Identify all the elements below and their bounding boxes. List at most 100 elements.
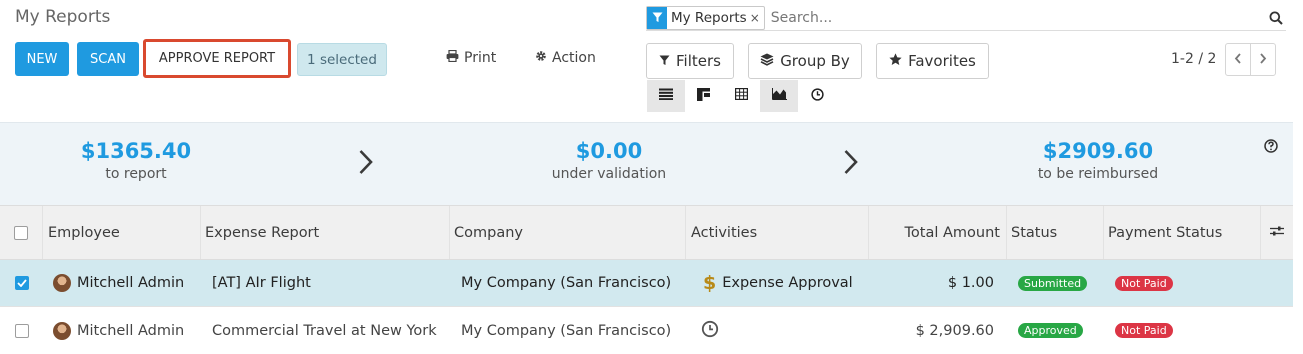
status-cell: Submitted [1018,260,1088,306]
action-dropdown[interactable]: Action [535,50,596,66]
avatar [53,274,71,292]
row-select-cell [0,307,43,354]
expense-report-cell: [AT] AIr Flight [212,275,311,291]
status-badge: Submitted [1018,275,1088,291]
list-view-button[interactable] [647,80,685,112]
pager-next-button[interactable] [1250,43,1276,76]
search-facet: My Reports × [646,5,765,30]
select-all-checkbox[interactable] [14,225,28,240]
select-all-cell [0,206,43,259]
dollar-icon: $ [703,272,717,294]
employee-name: Mitchell Admin [77,275,185,291]
table-row[interactable]: Mitchell Admin Commercial Travel at New … [0,307,1293,354]
under-validation-label: under validation [551,166,667,182]
search-input[interactable] [770,9,1266,26]
column-header-total-amount[interactable]: Total Amount [869,206,1007,259]
column-header-employee[interactable]: Employee [43,206,201,259]
table-row[interactable]: Mitchell Admin [AT] AIr Flight My Compan… [0,260,1293,307]
filter-icon [647,6,667,29]
approve-report-button[interactable]: APPROVE REPORT [143,39,291,78]
expense-summary: $1365.40 to report $0.00 under validatio… [0,122,1293,205]
employee-name: Mitchell Admin [77,322,185,339]
chevron-left-icon [1234,52,1242,68]
optional-columns-toggle[interactable] [1261,206,1293,259]
pager-previous-button[interactable] [1225,43,1251,76]
selection-counter: 1 selected [297,43,387,76]
chevron-right-icon [1259,52,1267,68]
pager-value[interactable]: 1-2 / 2 [1171,51,1216,67]
filter-icon [659,52,670,70]
status-cell: Approved [1018,307,1083,354]
selected-count: 1 [307,51,316,68]
to-be-reimbursed-label: to be reimbursed [1037,166,1159,182]
facet-remove-icon[interactable]: × [750,11,764,25]
row-select-cell [0,260,43,306]
print-icon [446,49,459,66]
kanban-view-button[interactable] [684,80,722,112]
scan-button[interactable]: SCAN [77,42,139,76]
row-checkbox[interactable] [14,323,29,338]
status-badge: Approved [1018,323,1083,338]
print-dropdown[interactable]: Print [446,49,497,66]
employee-cell: Mitchell Admin [53,307,184,354]
activity-view-icon [810,87,824,105]
favorites-button[interactable]: Favorites [876,43,989,79]
payment-status-cell: Not Paid [1115,260,1173,306]
activity-label: Expense Approval [722,275,853,291]
avatar [53,321,71,340]
employee-cell: Mitchell Admin [53,260,184,306]
under-validation-amount: $0.00 [575,139,643,163]
selected-label: selected [319,51,377,68]
graph-view-icon [771,88,787,104]
row-checkbox[interactable] [14,276,29,290]
to-report-label: to report [105,166,167,182]
table-header-row: Employee Expense Report Company Activiti… [0,205,1293,260]
layers-icon [760,52,774,70]
facet-label: My Reports [671,9,747,26]
filters-button[interactable]: Filters [646,43,734,79]
print-label: Print [464,50,497,66]
company-cell: My Company (San Francisco) [461,322,672,339]
column-header-expense-report[interactable]: Expense Report [201,206,450,259]
help-icon[interactable] [1264,139,1278,157]
to-report-summary[interactable]: $1365.40 to report [26,139,246,182]
action-label: Action [552,50,596,66]
payment-status-cell: Not Paid [1115,307,1173,354]
favorites-label: Favorites [908,52,976,70]
sliders-icon [1270,225,1284,241]
column-header-payment-status[interactable]: Payment Status [1104,206,1261,259]
gear-icon [535,50,547,66]
activity-view-button[interactable] [798,80,836,112]
payment-status-badge: Not Paid [1115,323,1173,338]
chevron-right-icon [358,149,374,179]
star-icon [889,52,902,70]
filters-label: Filters [676,52,721,70]
kanban-view-icon [696,87,710,105]
clock-icon [701,320,719,342]
expense-report-cell: Commercial Travel at New York [212,322,437,339]
company-cell: My Company (San Francisco) [461,275,672,291]
chevron-right-icon [843,149,859,179]
pivot-view-icon [734,88,748,104]
group-by-button[interactable]: Group By [748,43,862,79]
list-view-icon [659,88,673,104]
activities-cell[interactable] [701,307,719,354]
pivot-view-button[interactable] [722,80,760,112]
column-header-company[interactable]: Company [450,206,686,259]
new-button[interactable]: NEW [15,42,69,76]
total-amount-cell: $ 2,909.60 [915,322,994,339]
under-validation-summary[interactable]: $0.00 under validation [499,139,719,182]
to-report-amount: $1365.40 [80,139,192,163]
group-by-label: Group By [780,52,850,70]
page-title: My Reports [15,7,111,27]
graph-view-button[interactable] [760,80,798,112]
total-amount-cell: $ 1.00 [947,275,994,291]
column-header-activities[interactable]: Activities [686,206,869,259]
expense-report-table: Employee Expense Report Company Activiti… [0,205,1293,354]
column-header-status[interactable]: Status [1007,206,1104,259]
search-icon[interactable] [1266,8,1286,28]
activities-cell[interactable]: $ Expense Approval [703,260,853,306]
to-be-reimbursed-amount: $2909.60 [1042,139,1154,163]
payment-status-badge: Not Paid [1115,275,1173,291]
to-be-reimbursed-summary[interactable]: $2909.60 to be reimbursed [988,139,1208,182]
